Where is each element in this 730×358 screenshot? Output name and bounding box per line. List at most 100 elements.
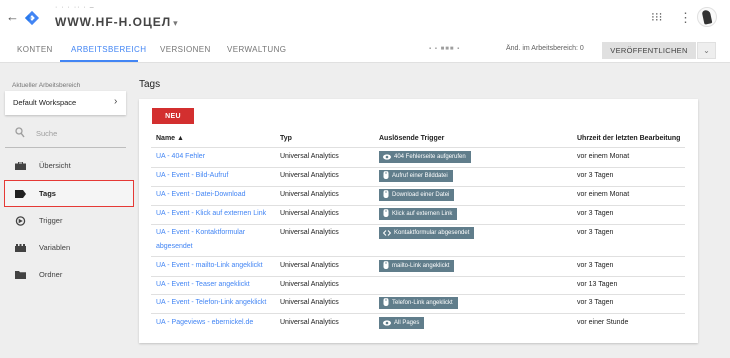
tab-konten[interactable]: KONTEN [17,45,53,54]
tab-bar: KONTEN ARBEITSBEREICH VERSIONEN VERWALTU… [0,38,730,63]
divider [151,294,685,295]
sidebar-item-label: Übersicht [39,161,71,170]
divider [151,186,685,187]
column-header-name[interactable]: Name ▲ [156,135,184,142]
tag-name-link[interactable]: UA - Event - Klick auf externen Link [156,208,266,220]
tab-versionen[interactable]: VERSIONEN [160,45,211,54]
tab-verwaltung[interactable]: VERWALTUNG [227,45,286,54]
tag-name-link[interactable]: UA - Event - Kontaktformular [156,227,245,239]
tag-name-link[interactable]: UA - Event - mailto-Link angeklickt [156,260,263,272]
last-edited: vor einer Stunde [577,319,629,326]
trigger-chip[interactable]: Kontaktformular abgesendet [379,227,475,239]
tag-type: Universal Analytics [280,210,339,217]
column-header-last-edited[interactable]: Uhrzeit der letzten Bearbeitung [577,135,680,142]
click-icon [383,171,389,179]
workspace-selector[interactable]: Default Workspace › [5,91,126,115]
account-name[interactable]: · · · ·· · – [55,4,95,11]
sidebar-item-label: Ordner [39,270,63,279]
divider [151,167,685,168]
column-header-trigger[interactable]: Auslösende Trigger [379,135,444,142]
divider [151,276,685,277]
arrow-left-icon[interactable]: ← [6,9,19,24]
tag-name-link[interactable]: UA - Event - Bild-Aufruf [156,170,228,182]
tag-name-link[interactable]: UA - Event - Telefon-Link angeklickt [156,297,266,309]
workspace-changes-count: Änd. im Arbeitsbereich: 0 [506,45,584,52]
workspace-label: Aktueller Arbeitsbereich [12,82,81,89]
tag-type: Universal Analytics [280,262,339,269]
search-box[interactable]: Suche [5,123,126,148]
tag-type: Universal Analytics [280,172,339,179]
trigger-chip-label: Telefon-Link angeklickt [392,300,453,306]
more-vert-icon[interactable]: ⋮ [679,10,692,26]
sidebar-item-label: Trigger [39,216,63,225]
trigger-chip[interactable]: Klick auf externen Link [379,208,458,220]
sidebar-item-label: Variablen [39,243,71,252]
trigger-chip[interactable]: All Pages [379,317,425,329]
trigger-chip[interactable]: Aufruf einer Bilddatei [379,170,453,182]
divider [151,256,685,257]
click-icon [383,190,389,198]
divider [151,313,685,314]
chevron-right-icon: › [114,96,118,107]
trigger-icon [15,216,26,226]
sidebar-item-label: Tags [39,189,56,198]
search-input[interactable]: Suche [36,129,57,138]
last-edited: vor 13 Tagen [577,281,618,288]
trigger-chip-label: All Pages [394,320,420,326]
sidebar-item-variablen[interactable]: Variablen [5,235,134,262]
folder-icon [15,271,26,279]
trigger-chip-label: Kontaktformular abgesendet [394,230,470,236]
container-name: WWW.HF-H.ОЦЕЛ [55,15,172,29]
eye-icon [383,320,391,326]
trigger-chip-label: 404 Fehlerseite aufgerufen [394,154,466,160]
last-edited: vor 3 Tagen [577,172,614,179]
workspace-name: Default Workspace [13,98,77,107]
sidebar: Aktueller Arbeitsbereich Default Workspa… [0,63,134,358]
code-icon [382,230,392,236]
variables-icon [15,244,26,252]
tag-type: Universal Analytics [280,281,339,288]
chevron-down-icon: ▾ [173,18,179,28]
active-tab-indicator [60,60,138,62]
last-edited: vor einem Monat [577,191,630,198]
trigger-chip[interactable]: Telefon-Link angeklickt [379,297,458,309]
tag-name-link[interactable]: UA - Event - Datei-Download [156,189,245,201]
tag-type: Universal Analytics [280,191,339,198]
trigger-chip-label: mailto-Link angeklickt [392,263,450,269]
sidebar-item-trigger[interactable]: Trigger [5,208,134,235]
last-edited: vor 3 Tagen [577,229,614,236]
trigger-chip[interactable]: 404 Fehlerseite aufgerufen [379,151,471,163]
tag-type: Universal Analytics [280,229,339,236]
publish-dropdown-icon[interactable]: ⌄ [697,42,716,59]
container-selector[interactable]: WWW.HF-H.ОЦЕЛ ▾ [55,15,179,29]
last-edited: vor 3 Tagen [577,262,614,269]
briefcase-icon [15,162,26,170]
sidebar-item-tags[interactable]: Tags [4,180,134,207]
divider [151,205,685,206]
sidebar-item-uebersicht[interactable]: Übersicht [5,153,134,180]
tag-name-link[interactable]: UA - Pageviews - ebernickel.de [156,317,253,329]
tag-type: Universal Analytics [280,153,339,160]
tag-name-link[interactable]: UA - Event - Teaser angeklickt [156,279,250,291]
search-icon [15,127,25,138]
new-tag-button[interactable]: NEU [152,108,194,124]
trigger-chip-label: Download einer Datei [392,192,450,198]
tag-type: Universal Analytics [280,299,339,306]
apps-grid-icon[interactable]: ⁝⁝⁝ [651,10,662,24]
tag-name-link[interactable]: UA - 404 Fehler [156,151,205,163]
trigger-chip-label: Klick auf externen Link [392,211,453,217]
trigger-chip-label: Aufruf einer Bilddatei [392,173,448,179]
gtm-logo[interactable] [23,9,41,27]
trigger-chip[interactable]: Download einer Datei [379,189,455,201]
publish-button[interactable]: VERÖFFENTLICHEN [602,42,696,59]
avatar[interactable] [697,7,717,27]
column-header-type[interactable]: Typ [280,135,292,142]
tags-table-card: NEU Name ▲ Typ Auslösende Trigger Uhrzei… [139,99,698,343]
tag-name-link-line2[interactable]: abgesendet [156,241,193,253]
click-icon [383,298,389,306]
page-title: Tags [139,79,161,90]
tab-arbeitsbereich[interactable]: ARBEITSBEREICH [71,45,146,54]
last-edited: vor einem Monat [577,153,630,160]
trigger-chip[interactable]: mailto-Link angeklickt [379,260,455,272]
sidebar-item-ordner[interactable]: Ordner [5,262,134,289]
